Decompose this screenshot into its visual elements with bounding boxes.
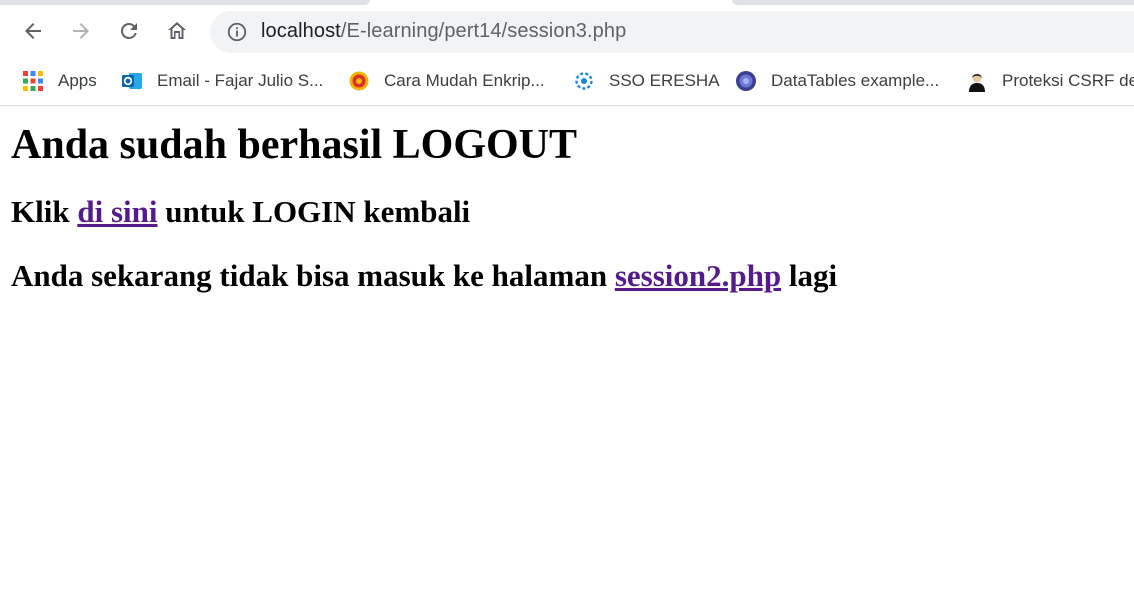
bookmark-datatables[interactable]: DataTables example...	[735, 67, 939, 95]
info-icon[interactable]	[226, 21, 248, 43]
arrow-left-icon	[25, 23, 41, 39]
bookmark-label: Apps	[58, 71, 97, 90]
line1-prefix: Klik	[11, 194, 78, 229]
back-button[interactable]	[16, 14, 50, 48]
bookmark-email[interactable]: Email - Fajar Julio S...	[121, 67, 323, 95]
no-access-line: Anda sekarang tidak bisa masuk ke halama…	[11, 258, 1121, 294]
page-title: Anda sudah berhasil LOGOUT	[11, 122, 578, 168]
apps-grid-icon	[23, 71, 43, 91]
forward-button[interactable]	[64, 14, 98, 48]
outlook-icon	[122, 73, 142, 89]
page-content: Anda sudah berhasil LOGOUT Klik di sini …	[11, 107, 1121, 294]
bookmarks-bar: Apps Email - Fajar Julio S... Cara Mudah…	[0, 60, 1134, 106]
url-host: localhost	[261, 20, 341, 42]
address-bar[interactable]: localhost/E-learning/pert14/session3.php	[210, 11, 1134, 53]
bookmark-csrf[interactable]: Proteksi CSRF de	[966, 67, 1134, 95]
bookmark-enkripsi[interactable]: Cara Mudah Enkrip...	[348, 67, 545, 95]
bookmark-label: Proteksi CSRF de	[1002, 71, 1134, 90]
session2-link[interactable]: session2.php	[615, 258, 781, 293]
line2-prefix: Anda sekarang tidak bisa masuk ke halama…	[11, 258, 615, 293]
sso-gear-icon	[575, 72, 593, 90]
home-icon	[168, 22, 186, 39]
home-button[interactable]	[160, 14, 194, 48]
line1-suffix: untuk LOGIN kembali	[157, 194, 471, 229]
reload-button[interactable]	[112, 14, 146, 48]
badge-icon	[349, 71, 369, 91]
bookmark-label: SSO ERESHA	[609, 71, 720, 90]
login-again-line: Klik di sini untuk LOGIN kembali	[11, 194, 1121, 230]
line2-suffix: lagi	[781, 258, 838, 293]
avatar-icon	[966, 70, 988, 92]
arrow-right-icon	[73, 23, 89, 39]
bookmark-apps[interactable]: Apps	[22, 67, 97, 95]
bookmark-label: DataTables example...	[771, 71, 940, 90]
bookmark-label: Email - Fajar Julio S...	[157, 71, 324, 90]
datatables-icon	[736, 71, 756, 91]
reload-icon	[121, 23, 137, 39]
url-text[interactable]: localhost/E-learning/pert14/session3.php	[261, 20, 626, 43]
browser-toolbar: localhost/E-learning/pert14/session3.php	[0, 6, 1134, 60]
bookmark-label: Cara Mudah Enkrip...	[384, 71, 545, 90]
url-path: /E-learning/pert14/session3.php	[340, 20, 627, 42]
inactive-tab-left[interactable]	[0, 0, 370, 5]
inactive-tab-right[interactable]	[732, 0, 1134, 5]
login-link[interactable]: di sini	[77, 194, 157, 229]
bookmark-sso[interactable]: SSO ERESHA	[573, 67, 720, 95]
